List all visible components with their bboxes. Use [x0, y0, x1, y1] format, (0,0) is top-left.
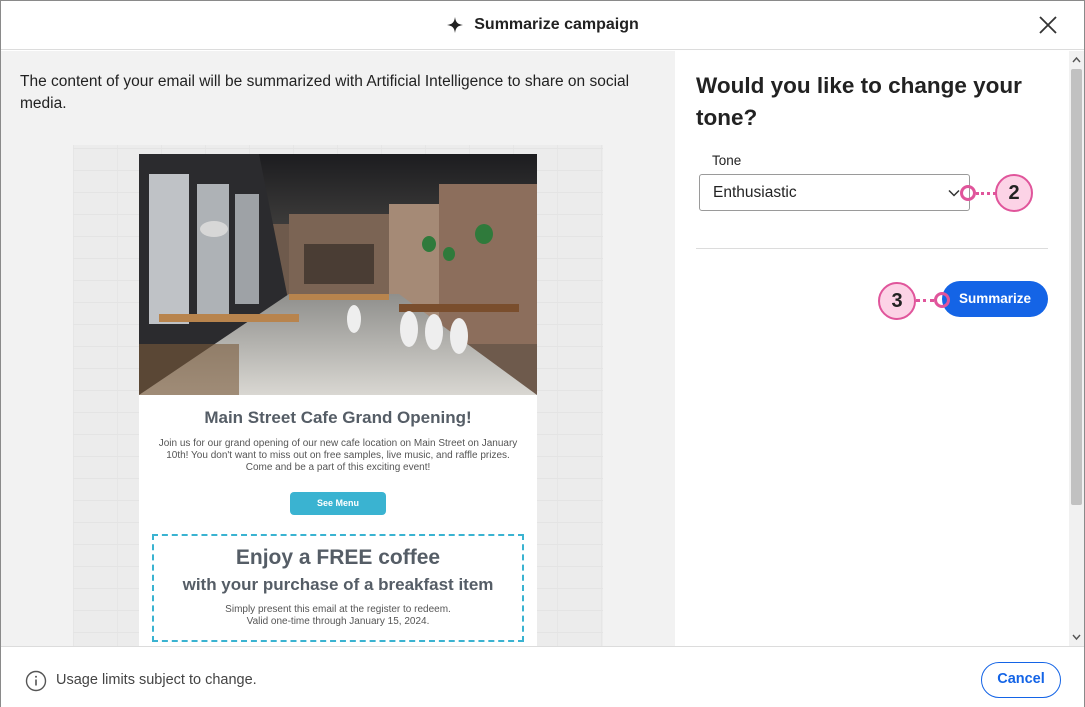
coupon-title: Enjoy a FREE coffee	[235, 546, 441, 569]
summarize-campaign-dialog: Summarize campaign The content of your e…	[0, 0, 1085, 707]
email-heading: Main Street Cafe Grand Opening!	[204, 408, 472, 427]
coupon-subtitle: with your purchase of a breakfast item	[182, 575, 494, 594]
right-pane-scrollbar[interactable]	[1069, 51, 1084, 646]
cancel-button[interactable]: Cancel	[981, 662, 1061, 698]
cafe-hero-image	[139, 154, 537, 395]
dialog-footer: Usage limits subject to change. Cancel	[1, 646, 1084, 707]
intro-text: The content of your email will be summar…	[20, 73, 630, 112]
info-icon	[25, 670, 47, 692]
tone-select[interactable]: Enthusiastic	[699, 174, 970, 211]
tone-label: Tone	[712, 153, 742, 168]
scroll-down-arrow-icon[interactable]	[1072, 633, 1081, 641]
scrollbar-thumb[interactable]	[1071, 69, 1082, 505]
coupon-note-line-1: Simply present this email at the registe…	[225, 604, 451, 615]
coupon-box: Enjoy a FREE coffee with your purchase o…	[152, 534, 524, 642]
coupon-note-line-2: Valid one-time through January 15, 2024.	[246, 616, 430, 627]
callout-2-line	[976, 192, 996, 195]
callout-2-badge: 2	[995, 174, 1033, 212]
close-icon[interactable]	[1036, 13, 1060, 37]
chevron-down-icon	[947, 186, 961, 200]
coupon-note: Simply present this email at the registe…	[154, 604, 522, 628]
tone-options-pane: Would you like to change your tone? Tone…	[676, 51, 1069, 646]
callout-3-badge: 3	[878, 282, 916, 320]
dialog-title: Summarize campaign	[474, 16, 639, 33]
scroll-up-arrow-icon[interactable]	[1072, 56, 1081, 64]
section-divider	[696, 248, 1048, 249]
callout-3-line	[916, 299, 934, 302]
sparkle-icon	[446, 16, 464, 34]
email-body-text: Join us for our grand opening of our new…	[158, 438, 518, 473]
email-preview-pane[interactable]: The content of your email will be summar…	[1, 51, 675, 646]
tone-question-heading: Would you like to change your tone?	[696, 73, 1022, 130]
see-menu-button: See Menu	[290, 492, 386, 515]
tone-select-value: Enthusiastic	[713, 183, 797, 201]
usage-limits-note: Usage limits subject to change.	[56, 672, 257, 688]
summarize-button[interactable]: Summarize	[942, 281, 1048, 317]
callout-3-dot	[934, 292, 950, 308]
callout-2-dot	[960, 185, 976, 201]
dialog-header: Summarize campaign	[1, 1, 1084, 50]
email-preview: Main Street Cafe Grand Opening! Join us …	[139, 154, 537, 646]
dialog-title-group: Summarize campaign	[446, 16, 639, 34]
